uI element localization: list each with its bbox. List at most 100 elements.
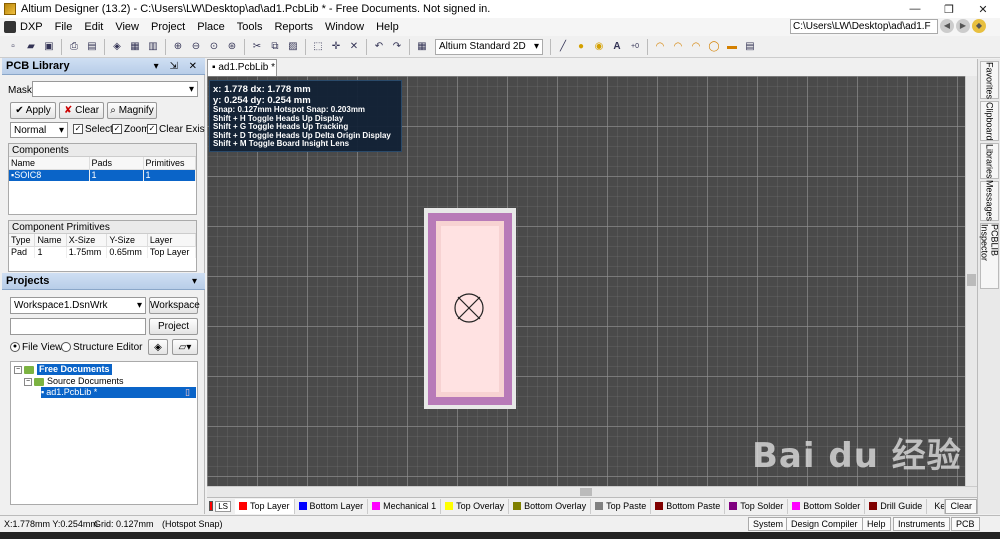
place-via-icon[interactable]: ◉: [592, 40, 606, 54]
print-preview-icon[interactable]: ▤: [85, 40, 99, 54]
home-icon[interactable]: ◆: [972, 19, 986, 33]
current-layer-color-swatch[interactable]: [209, 501, 214, 511]
zoom-previous-icon[interactable]: ⊛: [225, 40, 239, 54]
full-circle-icon[interactable]: ◯: [707, 40, 721, 54]
help-button[interactable]: Help: [862, 517, 891, 531]
zoom-area-icon[interactable]: ⊖: [189, 40, 203, 54]
copy-icon[interactable]: ⧉: [268, 40, 282, 54]
col-xsize[interactable]: X-Size: [66, 234, 108, 247]
project-select[interactable]: [10, 318, 146, 335]
clear-existing-checkbox[interactable]: ✓Clear Existin: [147, 124, 205, 135]
structure-editor-radio[interactable]: Structure Editor: [61, 342, 142, 353]
mask-input[interactable]: ▾: [32, 81, 198, 97]
col-name[interactable]: Name: [34, 234, 67, 247]
workspace-button[interactable]: Workspace: [149, 297, 200, 314]
panel-menu-icon[interactable]: ▾: [192, 273, 201, 290]
new-file-icon[interactable]: ▫: [6, 40, 20, 54]
zoom-checkbox[interactable]: ✓ Zoom: [112, 124, 150, 135]
tab-libraries[interactable]: Libraries: [980, 143, 999, 179]
deselect-icon[interactable]: ✕: [347, 40, 361, 54]
back-icon[interactable]: ◀: [940, 19, 954, 33]
table-row[interactable]: ▪SOIC8 1 1: [9, 169, 196, 181]
arc-any-icon[interactable]: ◠: [689, 40, 703, 54]
place-coordinate-icon[interactable]: +0: [628, 40, 642, 54]
folder-options-icon[interactable]: ▱▾: [172, 339, 198, 355]
tree-file-ad1[interactable]: ▪ ad1.PcbLib * ▯: [41, 387, 196, 398]
col-ysize[interactable]: Y-Size: [106, 234, 148, 247]
tree-free-documents[interactable]: − Free Documents: [14, 364, 112, 375]
project-button[interactable]: Project: [149, 318, 198, 335]
file-view-radio[interactable]: ● File View: [10, 342, 62, 353]
select-area-icon[interactable]: ⬚: [311, 40, 325, 54]
save-icon[interactable]: ▣: [42, 40, 56, 54]
menu-edit[interactable]: Edit: [78, 21, 109, 33]
layer-tab-keep-out[interactable]: Keep-Out Layer: [927, 498, 946, 514]
close-button[interactable]: ✕: [966, 0, 1000, 18]
fill-icon[interactable]: ▬: [725, 40, 739, 54]
minimize-button[interactable]: —: [898, 0, 932, 18]
instruments-button[interactable]: Instruments: [893, 517, 951, 531]
col-name[interactable]: Name: [9, 157, 90, 170]
place-string-icon[interactable]: A: [610, 40, 624, 54]
clear-layer-button[interactable]: Clear: [945, 498, 977, 514]
tab-messages[interactable]: Messages: [980, 180, 999, 222]
array-paste-icon[interactable]: ▤: [743, 40, 757, 54]
place-line-icon[interactable]: ╱: [556, 40, 570, 54]
layer-tab-drill-guide[interactable]: Drill Guide: [865, 498, 928, 514]
apply-button[interactable]: ✔ Apply: [10, 102, 56, 119]
grid-icon[interactable]: ▦: [415, 40, 429, 54]
layer-tab-bottom-solder[interactable]: Bottom Solder: [788, 498, 866, 514]
select-checkbox[interactable]: ✓ Select: [73, 124, 113, 135]
layer-tab-mechanical-1[interactable]: Mechanical 1: [368, 498, 442, 514]
layer-tab-top-layer[interactable]: Top Layer: [235, 498, 295, 514]
menu-project[interactable]: Project: [145, 21, 191, 33]
print-icon[interactable]: ⎙: [67, 40, 81, 54]
menu-place[interactable]: Place: [191, 21, 231, 33]
tab-pcblib-inspector[interactable]: PCBLIB Inspector: [980, 223, 1000, 289]
forward-icon[interactable]: ▶: [956, 19, 970, 33]
menu-window[interactable]: Window: [319, 21, 370, 33]
paste-icon[interactable]: ▨: [286, 40, 300, 54]
design-compiler-button[interactable]: Design Compiler: [786, 517, 863, 531]
clear-button[interactable]: ✘ Clear: [59, 102, 104, 119]
tree-source-documents[interactable]: − Source Documents: [24, 376, 124, 387]
pcb-button[interactable]: PCB: [951, 517, 980, 531]
menu-reports[interactable]: Reports: [268, 21, 319, 33]
panel-controls-icon[interactable]: ▾ ⇲ ✕: [154, 58, 201, 75]
layers-icon[interactable]: ◈: [148, 339, 168, 355]
library-icon[interactable]: ▥: [146, 40, 160, 54]
arc-center-icon[interactable]: ◠: [653, 40, 667, 54]
menu-file[interactable]: File: [49, 21, 79, 33]
system-button[interactable]: System: [748, 517, 789, 531]
layer-tab-bottom-overlay[interactable]: Bottom Overlay: [509, 498, 592, 514]
layer-tab-bottom-paste[interactable]: Bottom Paste: [651, 498, 726, 514]
layer-tab-top-paste[interactable]: Top Paste: [591, 498, 652, 514]
collapse-icon[interactable]: −: [24, 377, 32, 386]
tab-favorites[interactable]: Favorites: [980, 61, 999, 99]
scroll-thumb[interactable]: [967, 274, 976, 286]
zoom-fit-icon[interactable]: ⊕: [171, 40, 185, 54]
scroll-thumb[interactable]: [580, 488, 592, 496]
document-path-field[interactable]: C:\Users\LW\Desktop\ad\ad1.F: [790, 19, 938, 34]
view-mode-select[interactable]: Altium Standard 2D: [435, 38, 543, 55]
redo-icon[interactable]: ↷: [390, 40, 404, 54]
layer-set-button[interactable]: LS: [215, 500, 232, 512]
filter-mode-select[interactable]: Normal ▾: [10, 122, 68, 138]
zoom-selected-icon[interactable]: ⊙: [207, 40, 221, 54]
table-row[interactable]: Pad 1 1.75mm 0.65mm Top Layer: [9, 246, 197, 258]
tab-clipboard[interactable]: Clipboard: [980, 101, 999, 141]
workspace-select[interactable]: Workspace1.DsnWrk ▾: [10, 297, 146, 314]
vertical-scrollbar[interactable]: [965, 76, 977, 486]
arc-edge-icon[interactable]: ◠: [671, 40, 685, 54]
cut-icon[interactable]: ✂: [250, 40, 264, 54]
horizontal-scrollbar[interactable]: [207, 486, 977, 497]
tab-ad1-pcblib[interactable]: ▪ ad1.PcbLib *: [207, 59, 277, 76]
layer-tab-top-overlay[interactable]: Top Overlay: [441, 498, 510, 514]
open-file-icon[interactable]: ▰: [24, 40, 38, 54]
move-icon[interactable]: ✛: [329, 40, 343, 54]
menu-dxp[interactable]: DXP: [0, 21, 49, 33]
board-icon[interactable]: ▦: [128, 40, 142, 54]
menu-view[interactable]: View: [109, 21, 145, 33]
layer-tab-top-solder[interactable]: Top Solder: [725, 498, 789, 514]
menu-help[interactable]: Help: [370, 21, 405, 33]
